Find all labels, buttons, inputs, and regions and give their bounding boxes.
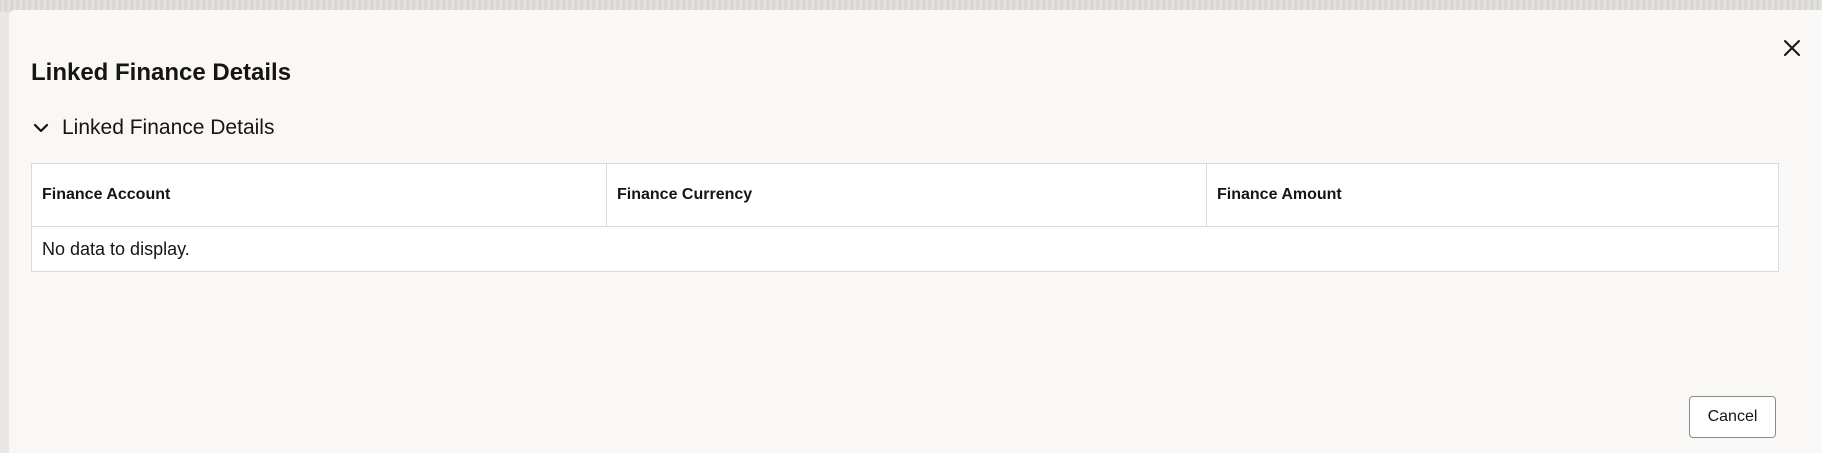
cancel-button[interactable]: Cancel xyxy=(1689,396,1776,438)
close-button[interactable] xyxy=(1778,34,1806,62)
section-toggle-linked-finance-details[interactable]: Linked Finance Details xyxy=(31,114,274,142)
linked-finance-table: Finance Account Finance Currency Finance… xyxy=(31,163,1779,272)
column-header-finance-currency[interactable]: Finance Currency xyxy=(606,164,1206,226)
column-header-finance-account[interactable]: Finance Account xyxy=(32,164,606,226)
section-title: Linked Finance Details xyxy=(62,116,275,139)
close-icon xyxy=(1784,40,1800,56)
column-header-finance-amount[interactable]: Finance Amount xyxy=(1206,164,1778,226)
dialog-title: Linked Finance Details xyxy=(31,59,292,86)
chevron-down-icon xyxy=(31,118,51,138)
table-header-row: Finance Account Finance Currency Finance… xyxy=(32,164,1778,227)
empty-table-message: No data to display. xyxy=(42,238,190,259)
